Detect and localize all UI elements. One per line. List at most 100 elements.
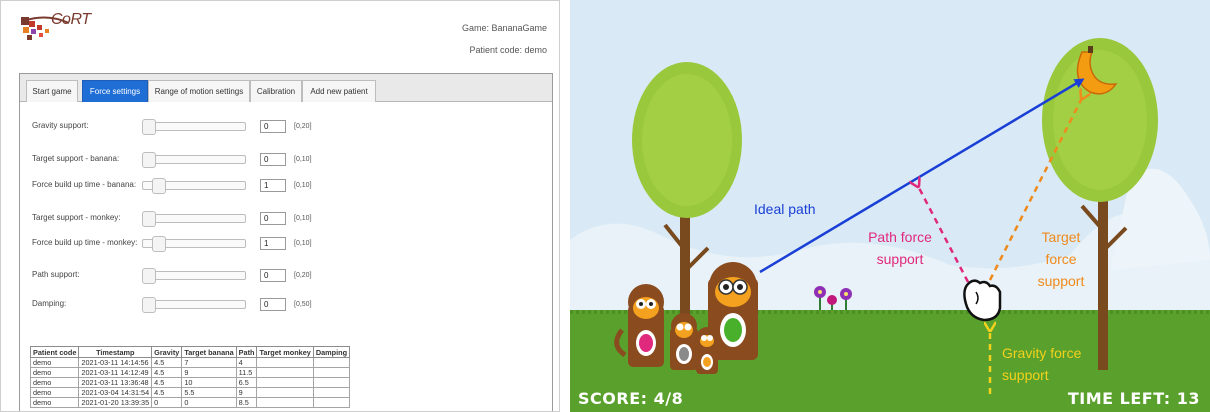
- damping-slider[interactable]: [142, 297, 246, 313]
- force-build-up-monkey-input[interactable]: 1: [260, 237, 286, 250]
- target-support-monkey-input[interactable]: 0: [260, 212, 286, 225]
- force-build-up-monkey-label: Force build up time - monkey:: [32, 238, 138, 247]
- col-timestamp: Timestamp: [78, 346, 153, 358]
- target-force-label-line1: Target: [1041, 229, 1081, 245]
- table-cell: demo: [29, 387, 80, 398]
- slider-handle[interactable]: [142, 152, 156, 168]
- ideal-path-label: Ideal path: [754, 201, 816, 217]
- slider-handle[interactable]: [152, 178, 166, 194]
- tab-add-new-patient[interactable]: Add new patient: [302, 80, 376, 102]
- table-cell: [256, 357, 314, 368]
- col-damping: Damping: [312, 346, 351, 358]
- gravity-force-label: Gravity force support: [1002, 342, 1081, 386]
- monkey-small: [696, 327, 718, 374]
- col-gravity: Gravity: [151, 346, 183, 358]
- force-build-up-banana-input[interactable]: 1: [260, 179, 286, 192]
- table-row: demo 2021-03-11 14:12:49 4.5 9 11.5: [29, 367, 351, 378]
- damping-label: Damping:: [32, 299, 67, 308]
- target-support-banana-range: [0,10]: [294, 156, 312, 163]
- table-row: demo 2021-03-11 13:36:48 4.5 10 6.5: [29, 377, 351, 388]
- force-build-up-monkey-range: [0,10]: [294, 240, 312, 247]
- table-cell: 9: [235, 387, 258, 398]
- settings-history-table: Patient code Timestamp Gravity Target ba…: [29, 346, 351, 408]
- table-cell: 6.5: [235, 377, 258, 388]
- table-cell: [256, 387, 314, 398]
- target-support-monkey-slider[interactable]: [142, 211, 246, 227]
- table-row: demo 2021-03-11 14:14:56 4.5 7 4: [29, 357, 351, 368]
- target-support-banana-label: Target support - banana:: [32, 154, 120, 163]
- tab-bar: Start game Force settings Range of motio…: [20, 74, 552, 102]
- table-cell: 2021-03-11 14:14:56: [78, 357, 153, 368]
- cort-settings-window: CoRT Game: BananaGame Patient code: demo…: [0, 0, 560, 412]
- table-cell: 4.5: [151, 357, 183, 368]
- table-cell: [312, 357, 351, 368]
- table-cell: 8.5: [235, 397, 258, 408]
- table-cell: [256, 367, 314, 378]
- table-cell: 2021-01-20 13:39:35: [78, 397, 153, 408]
- table-cell: 7: [181, 357, 237, 368]
- banana-game-screen: Ideal path Path force support Target for…: [570, 0, 1210, 412]
- force-build-up-banana-label: Force build up time - banana:: [32, 180, 137, 189]
- tab-start-game[interactable]: Start game: [26, 80, 78, 102]
- table-row: demo 2021-01-20 13:39:35 0 0 8.5: [29, 397, 351, 408]
- table-cell: demo: [29, 367, 80, 378]
- table-cell: 11.5: [235, 367, 258, 378]
- table-cell: 2021-03-04 14:31:54: [78, 387, 153, 398]
- slider-handle[interactable]: [142, 211, 156, 227]
- table-cell: 9: [181, 367, 237, 378]
- table-cell: [312, 397, 351, 408]
- table-cell: [256, 397, 314, 408]
- table-cell: 10: [181, 377, 237, 388]
- logo-text: CoRT: [51, 11, 91, 28]
- target-support-banana-slider[interactable]: [142, 152, 246, 168]
- slider-handle[interactable]: [142, 297, 156, 313]
- table-row: demo 2021-03-04 14:31:54 4.5 5.5 9: [29, 387, 351, 398]
- tab-force-settings[interactable]: Force settings: [82, 80, 148, 102]
- table-cell: [312, 377, 351, 388]
- tab-range-of-motion-settings[interactable]: Range of motion settings: [148, 80, 250, 102]
- gravity-support-range: [0,20]: [294, 123, 312, 130]
- path-force-label-line1: Path force: [868, 229, 932, 245]
- table-cell: 2021-03-11 14:12:49: [78, 367, 153, 378]
- target-force-label-line2: force: [1045, 251, 1077, 267]
- force-build-up-banana-range: [0,10]: [294, 182, 312, 189]
- col-target-banana: Target banana: [181, 346, 237, 358]
- slider-handle[interactable]: [142, 119, 156, 135]
- table-cell: [312, 387, 351, 398]
- path-support-label: Path support:: [32, 270, 80, 279]
- patient-code-label: Patient code: demo: [469, 45, 547, 55]
- settings-panel: Start game Force settings Range of motio…: [19, 73, 553, 411]
- slider-handle[interactable]: [142, 268, 156, 284]
- table-cell: demo: [29, 357, 80, 368]
- col-patient-code: Patient code: [29, 346, 80, 358]
- gravity-support-input[interactable]: 0: [260, 120, 286, 133]
- damping-input[interactable]: 0: [260, 298, 286, 311]
- game-label: Game: BananaGame: [461, 23, 547, 33]
- slider-handle[interactable]: [152, 236, 166, 252]
- target-support-monkey-range: [0,10]: [294, 215, 312, 222]
- table-cell: [312, 367, 351, 378]
- force-build-up-monkey-slider[interactable]: [142, 236, 246, 252]
- col-target-monkey: Target monkey: [256, 346, 314, 358]
- table-cell: demo: [29, 397, 80, 408]
- target-force-label: Target force support: [1024, 226, 1098, 292]
- force-build-up-banana-slider[interactable]: [142, 178, 246, 194]
- gravity-force-label-line2: support: [1002, 367, 1049, 383]
- table-cell: [256, 377, 314, 388]
- table-cell: 4.5: [151, 367, 183, 378]
- path-force-label: Path force support: [850, 226, 950, 270]
- score-display: SCORE: 4/8: [578, 389, 684, 408]
- table-cell: 5.5: [181, 387, 237, 398]
- target-force-label-line3: support: [1037, 273, 1085, 289]
- gravity-force-label-line1: Gravity force: [1002, 345, 1082, 361]
- path-support-input[interactable]: 0: [260, 269, 286, 282]
- table-cell: 2021-03-11 13:36:48: [78, 377, 153, 388]
- target-support-banana-input[interactable]: 0: [260, 153, 286, 166]
- table-cell: 0: [151, 397, 183, 408]
- gravity-support-slider[interactable]: [142, 119, 246, 135]
- tab-calibration[interactable]: Calibration: [250, 80, 302, 102]
- table-header-row: Patient code Timestamp Gravity Target ba…: [29, 346, 351, 358]
- path-support-slider[interactable]: [142, 268, 246, 284]
- table-cell: 4: [235, 357, 258, 368]
- gravity-support-label: Gravity support:: [32, 121, 89, 130]
